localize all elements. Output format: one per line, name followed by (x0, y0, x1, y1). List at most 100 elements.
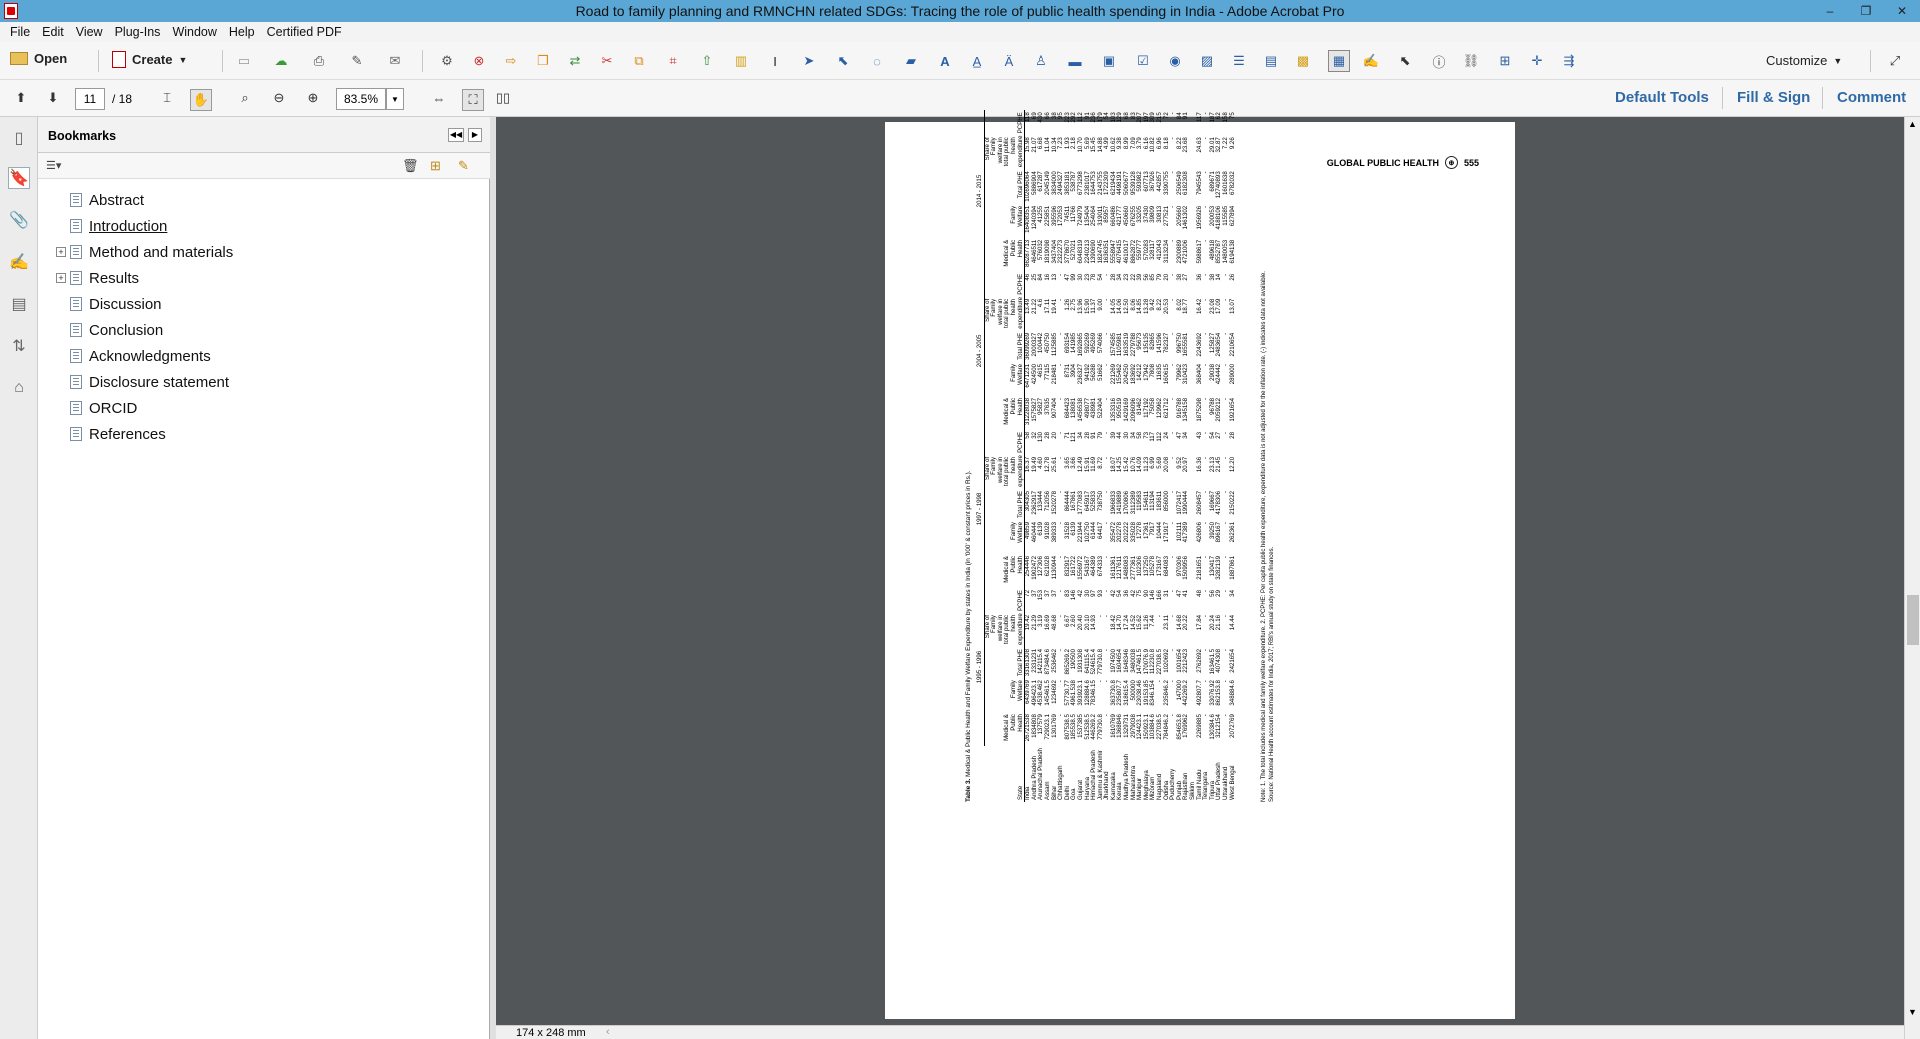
cursor-text-icon[interactable]: I (766, 52, 784, 70)
order-icon[interactable]: ⇅ (8, 335, 30, 357)
fit-width-icon[interactable]: ⇔ (430, 89, 448, 107)
settings-gear-icon[interactable]: ⚙ (438, 52, 456, 70)
export-icon[interactable]: ⇧ (698, 52, 716, 70)
upload-cloud-icon[interactable]: ☁ (272, 52, 290, 70)
content-icon[interactable]: ▤ (8, 293, 30, 315)
customize-button[interactable]: Customize ▼ (1766, 53, 1842, 68)
crop-icon[interactable]: ⌗ (664, 52, 682, 70)
compare-icon[interactable]: ⇶ (1560, 52, 1578, 70)
edit-document-icon[interactable]: ✎ (348, 52, 366, 70)
bookmark-options-icon[interactable]: ☰▾ (46, 159, 61, 172)
new-bookmark-icon[interactable]: ⊞ (430, 158, 441, 174)
fit-page-icon[interactable]: ⛶ (462, 89, 484, 111)
select-object-icon[interactable]: ⬉ (834, 52, 852, 70)
zoom-dropdown-chevron-icon[interactable]: ▼ (386, 88, 404, 110)
table-cell: 12.20 (1228, 456, 1236, 473)
attachments-icon[interactable]: 📎 (8, 209, 30, 231)
open-button[interactable]: Open (10, 51, 67, 66)
expand-icon[interactable]: ⤢ (1886, 52, 1904, 70)
expand-plus-icon[interactable]: + (56, 247, 66, 257)
insert-page-icon[interactable]: ❐ (534, 52, 552, 70)
highlight-icon[interactable]: ▰ (902, 52, 920, 70)
table-cell: 64417 (1096, 522, 1104, 539)
default-tools-link[interactable]: Default Tools (1615, 89, 1709, 106)
crosshair-icon[interactable]: ✛ (1528, 52, 1546, 70)
table-cell: 684083 (1162, 556, 1170, 577)
vertical-scrollbar[interactable]: ▲ ▼ (1904, 117, 1920, 1039)
toolbar-separator (1870, 50, 1871, 72)
hand-tool-icon[interactable]: ✋ (190, 89, 212, 111)
tags-icon[interactable]: ⌂ (8, 377, 30, 399)
page-thumbnails-icon[interactable]: ▯ (8, 127, 30, 149)
fill-sign-link[interactable]: Fill & Sign (1737, 89, 1810, 106)
menu-view[interactable]: View (70, 25, 109, 39)
bookmark-item[interactable]: Disclosure statement (38, 371, 490, 393)
restore-button[interactable]: ❐ (1848, 0, 1884, 22)
zoom-in-icon[interactable]: ⊕ (304, 89, 322, 107)
delete-page-icon[interactable]: ⊗ (470, 52, 488, 70)
scroll-up-arrow-icon[interactable]: ▲ (1908, 119, 1917, 129)
bookmark-item[interactable]: ORCID (38, 397, 490, 419)
two-page-view-icon[interactable]: ▯▯ (494, 89, 512, 107)
combine-icon[interactable]: ⧉ (630, 52, 648, 70)
delete-bookmark-icon[interactable]: 🗑 (402, 158, 419, 174)
signatures-icon[interactable]: ✍ (8, 251, 30, 273)
collapse-panel-icon[interactable]: ◀◀ (448, 128, 464, 142)
marquee-zoom-icon[interactable]: ⌕ (236, 89, 254, 107)
bookmark-item[interactable]: + Results (38, 267, 490, 289)
split-document-icon[interactable]: ✂ (598, 52, 616, 70)
scroll-left-arrow-icon[interactable]: ‹ (606, 1026, 610, 1038)
menu-certified-pdf[interactable]: Certified PDF (261, 25, 348, 39)
table-cell: 1769962 (1182, 714, 1190, 738)
extract-page-icon[interactable]: ⇨ (502, 52, 520, 70)
save-icon[interactable]: ▭ (235, 52, 253, 70)
column-header: PCPHE (984, 271, 1025, 297)
bookmark-item[interactable]: Conclusion (38, 319, 490, 341)
menu-help[interactable]: Help (223, 25, 261, 39)
print-icon[interactable]: ⎙ (310, 52, 328, 70)
column-header: Total PHE (984, 169, 1025, 204)
zoom-level-input[interactable]: 83.5% (336, 88, 386, 110)
lasso-icon[interactable]: ◌ (868, 52, 886, 70)
menu-file[interactable]: File (4, 25, 36, 39)
select-arrow-icon[interactable]: ➤ (800, 52, 818, 70)
expand-plus-icon[interactable]: + (56, 273, 66, 283)
zoom-out-icon[interactable]: ⊖ (270, 89, 288, 107)
table-cell: 2150222 (1228, 490, 1236, 515)
panel-options-icon[interactable]: ▶ (468, 128, 482, 142)
scrollbar-thumb[interactable] (1907, 595, 1919, 645)
bookmark-item[interactable]: Acknowledgments (38, 345, 490, 367)
next-page-icon[interactable]: ⬇ (44, 89, 62, 107)
minimize-button[interactable]: – (1812, 0, 1848, 22)
table-cell: 1887861 (1228, 556, 1236, 580)
color-chart-icon[interactable]: ▥ (732, 52, 750, 70)
menu-edit[interactable]: Edit (36, 25, 70, 39)
bookmark-item[interactable]: + Method and materials (38, 241, 490, 263)
bookmarks-icon[interactable]: 🔖 (8, 167, 30, 189)
page-number-input[interactable]: 11 (75, 88, 105, 110)
table-cell: 442269.2 (1182, 680, 1190, 706)
scroll-down-arrow-icon[interactable]: ▼ (1908, 1007, 1917, 1017)
bookmark-item[interactable]: Discussion (38, 293, 490, 315)
bookmark-item[interactable]: Introduction (38, 215, 490, 237)
comment-link[interactable]: Comment (1837, 89, 1906, 106)
menu-window[interactable]: Window (166, 25, 222, 39)
bookmark-from-selection-icon[interactable]: ✎ (458, 158, 469, 174)
table-cell: 1020692 (1162, 649, 1170, 673)
close-button[interactable]: ✕ (1884, 0, 1920, 22)
bookmark-item[interactable]: Abstract (38, 189, 490, 211)
toolbar-separator (422, 50, 423, 72)
table-cell: 426806 (1195, 522, 1203, 543)
table-cell: 574066 (1096, 332, 1104, 354)
replace-page-icon[interactable]: ⇄ (566, 52, 584, 70)
text-tool-icon[interactable]: A (936, 52, 954, 70)
bookmarks-title: Bookmarks (48, 129, 117, 143)
attach-page-icon[interactable]: ⊞ (1496, 52, 1514, 70)
create-button[interactable]: Create ▼ (112, 51, 187, 68)
bookmark-item[interactable]: References (38, 423, 490, 445)
menu-plugins[interactable]: Plug-Ins (109, 25, 167, 39)
previous-page-icon[interactable]: ⬆ (12, 89, 30, 107)
column-header: Share of Family welfare in total public … (983, 613, 1025, 648)
email-icon[interactable]: ✉ (386, 52, 404, 70)
select-cursor-icon[interactable]: ⌶ (158, 89, 176, 107)
